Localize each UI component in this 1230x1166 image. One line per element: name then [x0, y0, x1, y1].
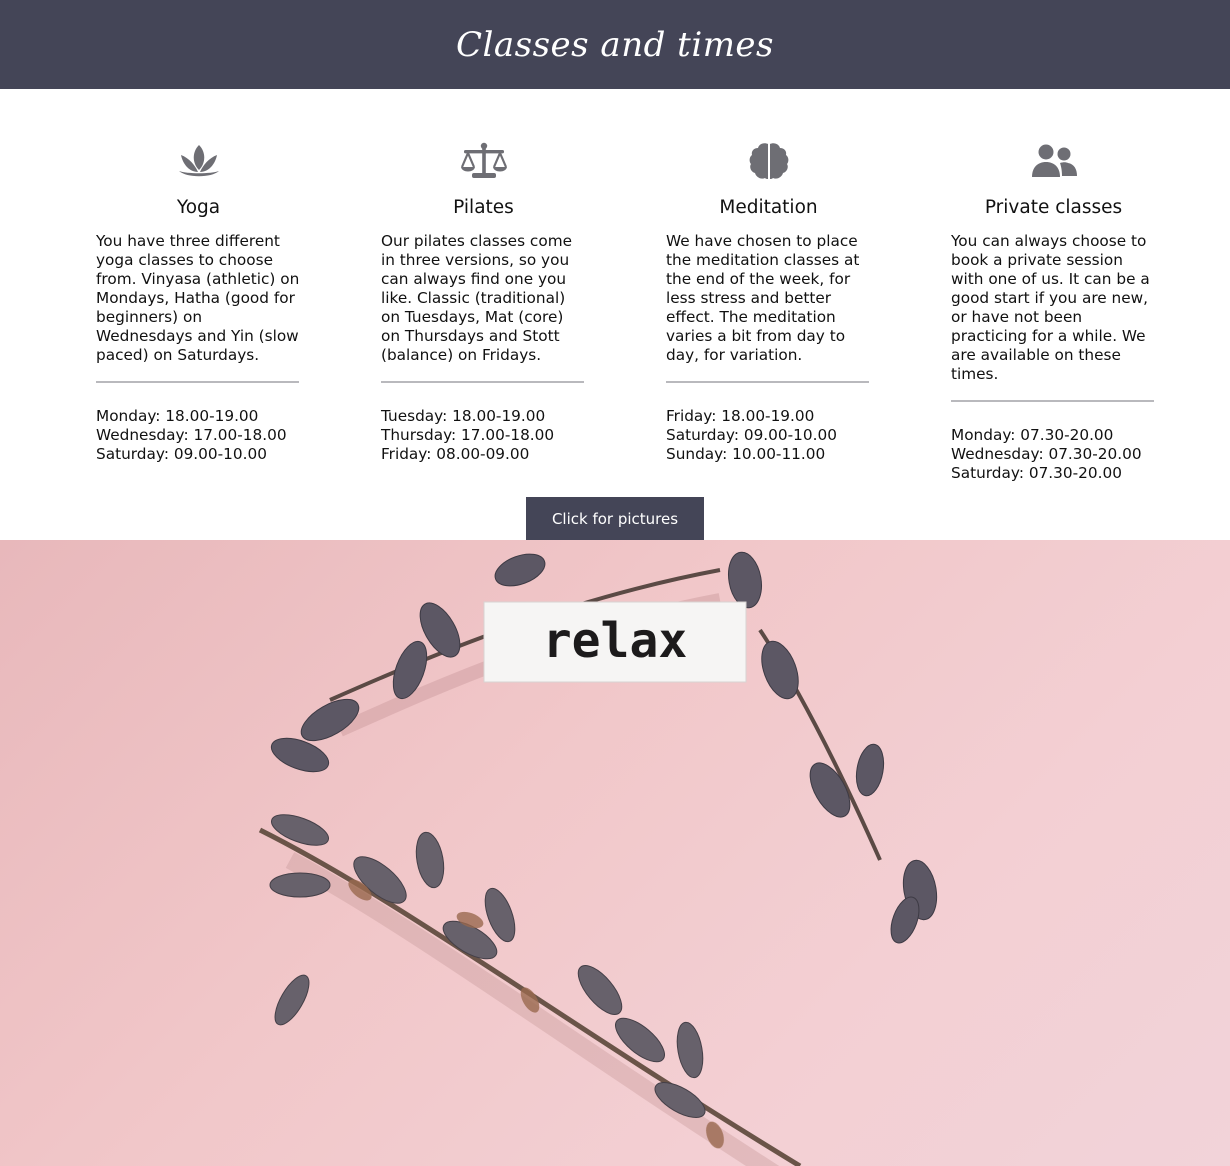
class-times: Tuesday: 18.00-19.00 Thursday: 17.00-18.… [381, 407, 586, 464]
class-description: We have chosen to place the meditation c… [666, 232, 860, 364]
time-slot: Saturday: 09.00-10.00 [96, 445, 267, 463]
class-title: Meditation [719, 197, 818, 218]
relax-photo: relax [0, 540, 1230, 1166]
time-slot: Thursday: 17.00-18.00 [381, 426, 555, 444]
class-description: You can always choose to book a private … [951, 232, 1150, 383]
class-title: Yoga [176, 197, 221, 218]
time-slot: Monday: 18.00-19.00 [96, 407, 259, 425]
time-slot: Wednesday: 07.30-20.00 [951, 445, 1142, 463]
time-slot: Sunday: 10.00-11.00 [666, 445, 826, 463]
time-slot: Friday: 18.00-19.00 [666, 407, 815, 425]
class-title: Pilates [453, 197, 514, 218]
time-slot: Saturday: 07.30-20.00 [951, 464, 1122, 482]
divider [951, 400, 1154, 402]
page-title: Classes and times [455, 24, 775, 65]
time-slot: Saturday: 09.00-10.00 [666, 426, 837, 444]
brain-icon [666, 139, 871, 183]
class-title: Private classes [984, 197, 1123, 218]
pictures-button[interactable]: Click for pictures [526, 497, 704, 540]
class-card-yoga: Yoga You have three different yoga class… [96, 139, 301, 464]
lavender-illustration: relax [258, 551, 938, 1166]
time-slot: Wednesday: 17.00-18.00 [96, 426, 287, 444]
class-card-meditation: Meditation We have chosen to place the m… [666, 139, 871, 464]
divider [96, 381, 299, 383]
time-slot: Friday: 08.00-09.00 [381, 445, 530, 463]
relax-tag-text: relax [543, 613, 688, 669]
divider [666, 381, 869, 383]
balance-scale-icon [381, 139, 586, 183]
users-icon [951, 139, 1156, 183]
time-slot: Tuesday: 18.00-19.00 [381, 407, 546, 425]
class-times: Monday: 18.00-19.00 Wednesday: 17.00-18.… [96, 407, 301, 464]
class-card-pilates: Pilates Our pilates classes come in thre… [381, 139, 586, 464]
class-description: You have three different yoga classes to… [96, 232, 300, 364]
class-card-private: Private classes You can always choose to… [951, 139, 1156, 483]
class-times: Monday: 07.30-20.00 Wednesday: 07.30-20.… [951, 426, 1156, 483]
lotus-icon [96, 139, 301, 183]
class-description: Our pilates classes come in three versio… [381, 232, 573, 364]
time-slot: Monday: 07.30-20.00 [951, 426, 1114, 444]
class-times: Friday: 18.00-19.00 Saturday: 09.00-10.0… [666, 407, 871, 464]
divider [381, 381, 584, 383]
page-header: Classes and times [0, 0, 1230, 89]
classes-section: Yoga You have three different yoga class… [0, 89, 1230, 540]
